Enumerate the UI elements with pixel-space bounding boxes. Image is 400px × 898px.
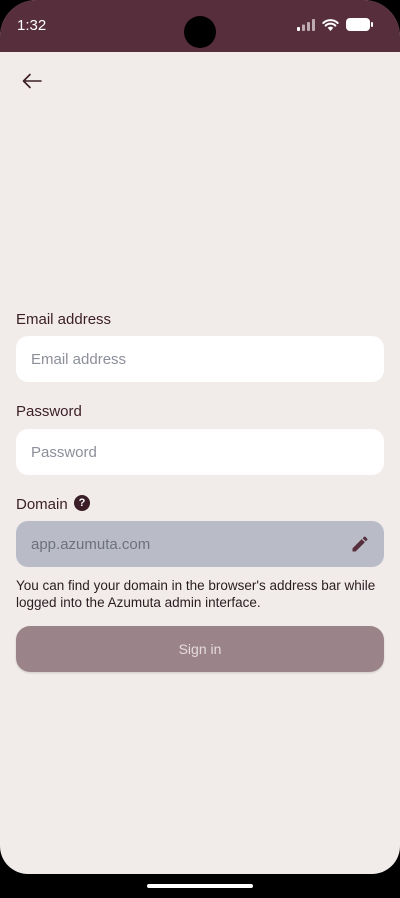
- pencil-icon[interactable]: [350, 534, 370, 554]
- email-input[interactable]: [31, 350, 384, 368]
- email-label: Email address: [16, 311, 112, 328]
- sign-in-button[interactable]: Sign in: [16, 626, 384, 672]
- domain-value: app.azumuta.com: [31, 535, 151, 553]
- password-label: Password: [16, 403, 82, 420]
- status-bar: 1:32: [0, 0, 400, 52]
- help-icon[interactable]: ?: [74, 495, 90, 511]
- domain-label: Domain: [16, 496, 68, 513]
- password-input[interactable]: [31, 443, 384, 461]
- status-icons: [297, 18, 373, 31]
- device-frame: 1:32 Email address Email address Passwor…: [0, 0, 400, 898]
- screen: 1:32 Email address Email address Passwor…: [0, 0, 400, 874]
- home-indicator[interactable]: [147, 884, 253, 888]
- back-arrow-icon: [22, 73, 42, 89]
- signal-icon: [297, 18, 315, 31]
- battery-icon: [346, 18, 373, 31]
- password-field[interactable]: [16, 429, 384, 475]
- domain-hint: You can find your domain in the browser'…: [16, 578, 376, 610]
- back-button[interactable]: [16, 66, 48, 96]
- wifi-icon: [322, 18, 339, 31]
- domain-field: app.azumuta.com: [16, 521, 384, 567]
- email-field[interactable]: [16, 336, 384, 382]
- camera-icon: [184, 16, 216, 48]
- status-time: 1:32: [17, 17, 47, 34]
